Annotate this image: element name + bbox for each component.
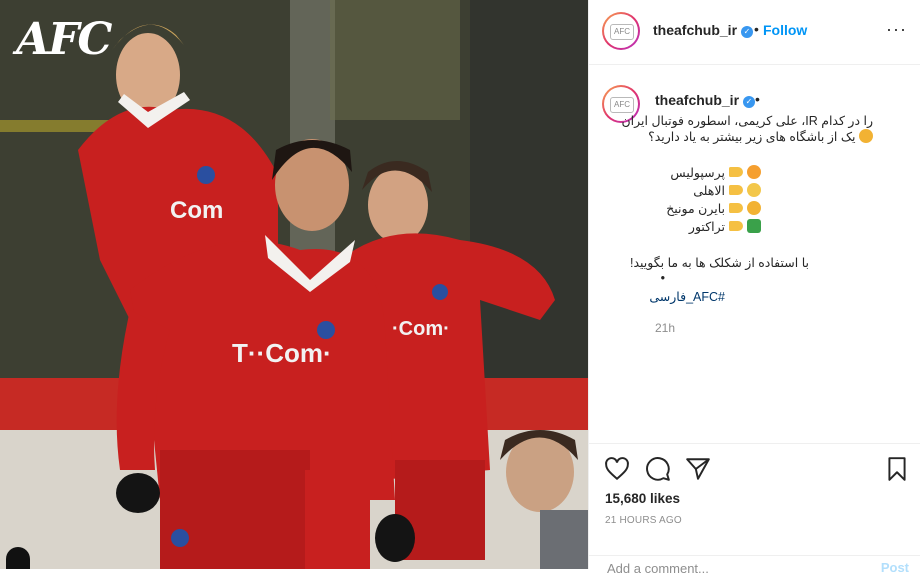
more-options-icon[interactable]: ··· — [886, 19, 907, 40]
caption-section: AFC theafchub_ir ✓ • را در کدام IR، علی ک… — [589, 65, 920, 443]
follow-button[interactable]: Follow — [763, 22, 807, 38]
caption-separator: • — [755, 91, 760, 107]
pointing-hand-icon — [729, 221, 743, 231]
option-label: تراکتور — [688, 220, 725, 234]
afc-hub-logo-icon: AFC — [610, 97, 634, 113]
verified-badge-icon: ✓ — [743, 96, 756, 108]
actions-section: 15,680 likes 21 HOURS AGO Post — [589, 443, 920, 577]
likes-count[interactable]: 15,680 likes — [605, 491, 680, 506]
header-separator: • — [754, 21, 759, 37]
heart-eyes-emoji-icon — [747, 165, 761, 179]
thinking-emoji-icon — [859, 129, 873, 143]
post-timestamp[interactable]: 21 HOURS AGO — [605, 515, 682, 526]
header-username-text[interactable]: theafchub_ir — [653, 22, 737, 38]
comment-bar: Post — [589, 555, 920, 577]
pointing-hand-icon — [729, 185, 743, 195]
verified-badge-icon: ✓ — [741, 26, 754, 38]
post-header: AFC theafchub_ir ✓ • Follow ··· — [589, 0, 920, 65]
pointing-hand-icon — [729, 167, 743, 177]
bookmark-icon[interactable] — [884, 456, 910, 482]
caption-line-2-row: یک از باشگاه های زیر بیشتر به یاد دارید؟ — [648, 129, 873, 144]
option-row: الاهلی — [693, 183, 761, 198]
option-row: تراکتور — [689, 219, 761, 234]
svg-text:·Com·: ·Com· — [392, 318, 450, 340]
comment-icon[interactable] — [645, 456, 671, 482]
option-label: پرسپولیس — [670, 166, 725, 180]
grin-emoji-icon — [747, 183, 761, 197]
photo-scene: T··Com· ·Com· Com — [0, 0, 588, 569]
pointing-hand-icon — [729, 203, 743, 213]
afc-hub-logo-icon: AFC — [610, 24, 634, 40]
header-username[interactable]: theafchub_ir ✓ — [653, 22, 754, 38]
caption-bullet: • — [660, 271, 665, 285]
user-tag-icon[interactable] — [6, 547, 30, 569]
sunglasses-emoji-icon — [747, 201, 761, 215]
option-row: پرسپولیس — [670, 165, 761, 180]
post-comment-button[interactable]: Post — [881, 560, 909, 575]
svg-text:T··Com·: T··Com· — [232, 338, 332, 368]
svg-text:Com: Com — [170, 197, 223, 224]
tractor-emoji-icon — [747, 219, 761, 233]
afc-logo: AFC — [16, 14, 112, 65]
caption-line-2: یک از باشگاه های زیر بیشتر به یاد دارید؟ — [648, 130, 856, 144]
post-photo[interactable]: T··Com· ·Com· Com AFC — [0, 0, 588, 569]
option-label: الاهلی — [693, 184, 725, 198]
post-side-panel: AFC theafchub_ir ✓ • Follow ··· AFC theaf… — [588, 0, 920, 577]
caption-line-1: را در کدام IR، علی کریمی، اسطوره فوتبال … — [621, 114, 873, 128]
option-label: بایرن مونیخ — [666, 202, 725, 216]
hashtag-link[interactable]: #AFC_فارسی — [649, 289, 725, 304]
caption-username[interactable]: theafchub_ir ✓ — [655, 92, 756, 108]
share-icon[interactable] — [685, 456, 711, 482]
heart-icon[interactable] — [604, 456, 630, 482]
caption-time: 21h — [655, 321, 676, 335]
option-row: بایرن مونیخ — [666, 201, 761, 216]
caption-prompt: با استفاده از شکلک ها به ما بگویید! — [630, 256, 809, 270]
avatar[interactable]: AFC — [602, 12, 640, 50]
caption-username-text[interactable]: theafchub_ir — [655, 92, 739, 108]
